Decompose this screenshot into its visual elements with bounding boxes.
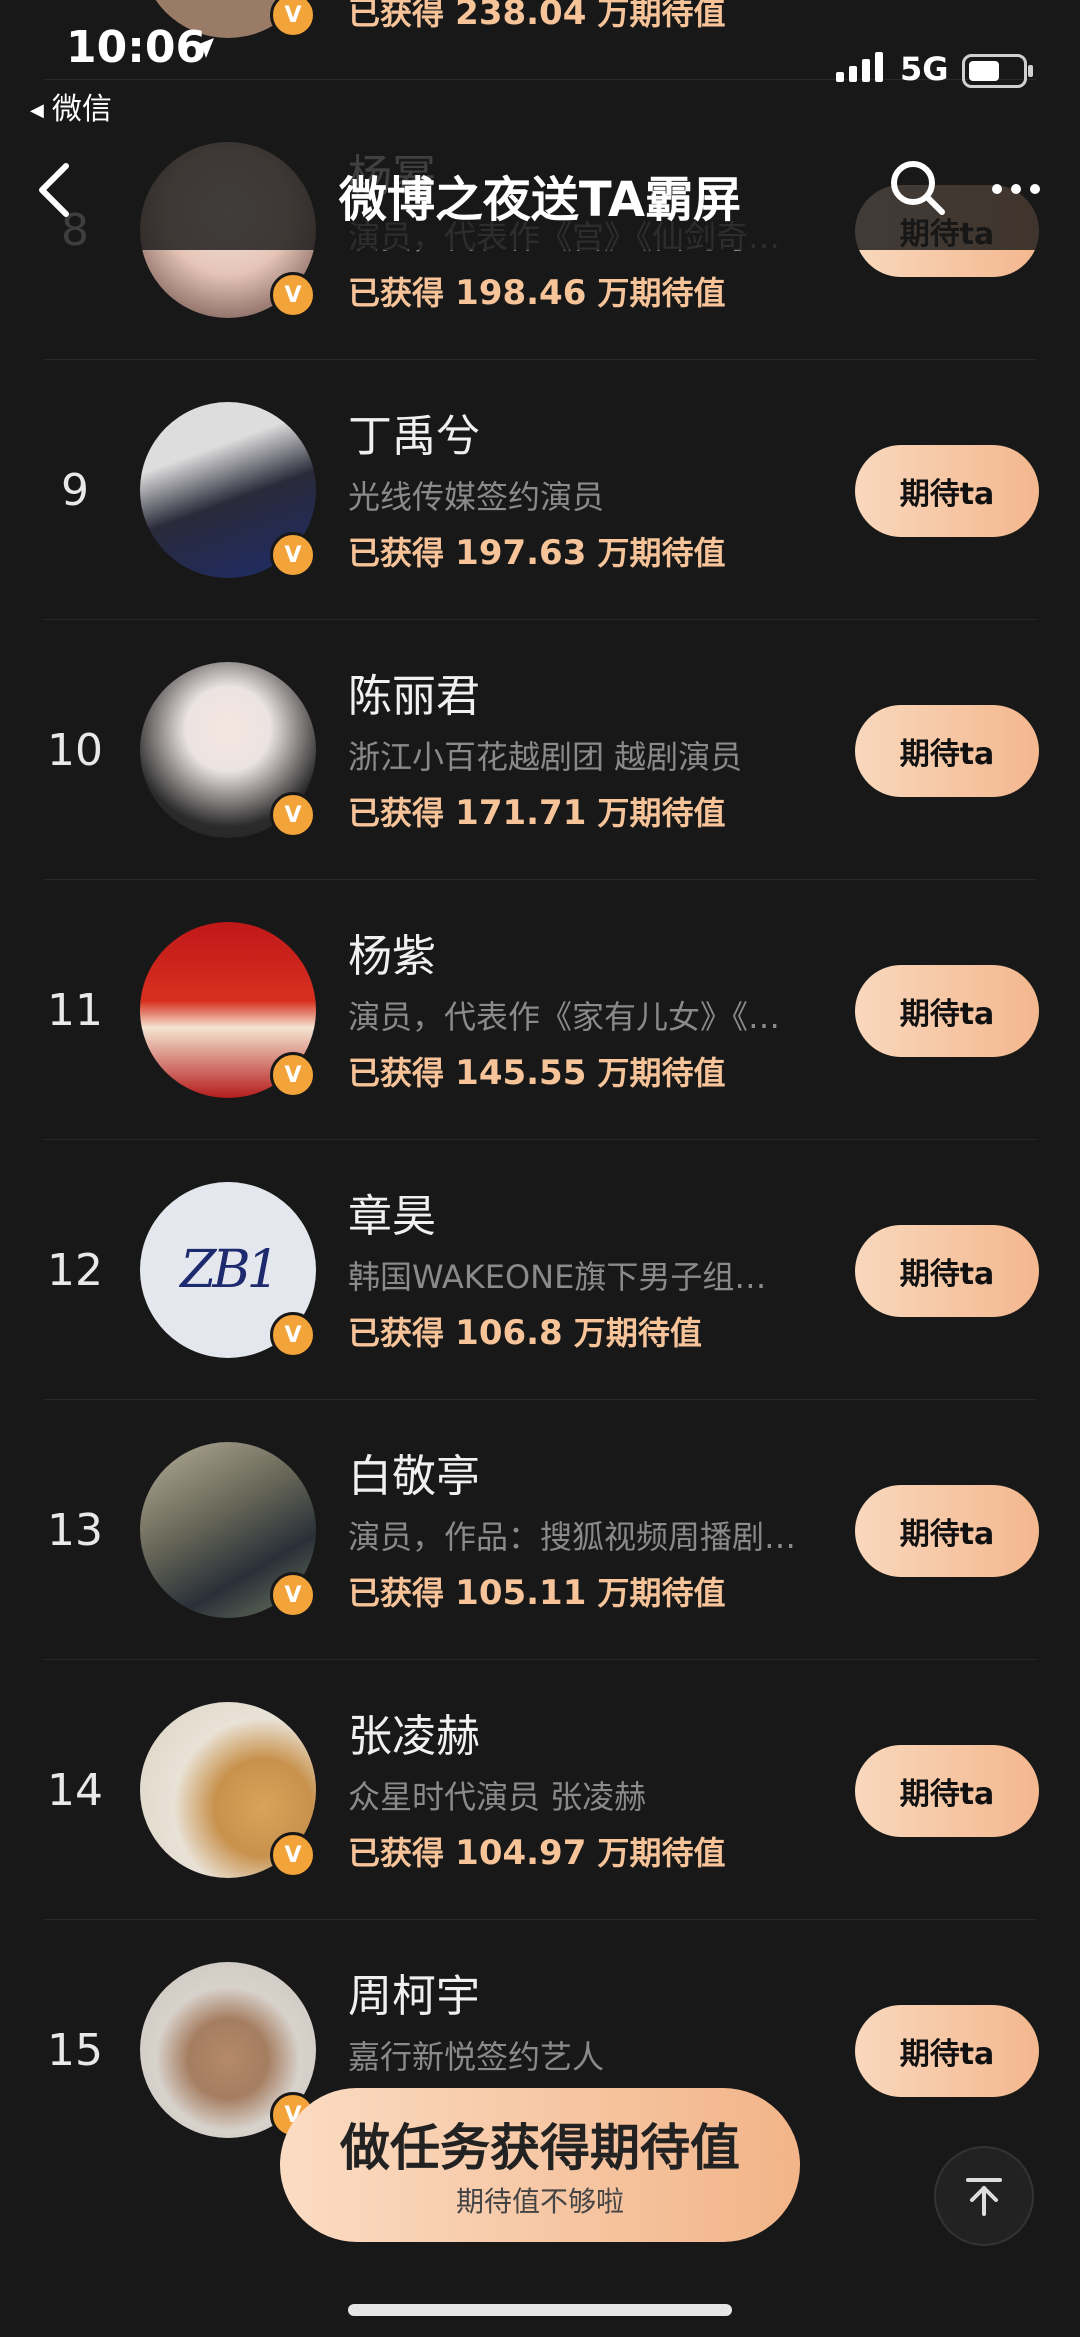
artist-name: 白敬亭 xyxy=(348,1451,480,1502)
battery-icon xyxy=(962,54,1033,88)
rank-number: 11 xyxy=(47,984,103,1036)
list-item: 9 V 丁禹兮 光线传媒签约演员 已获得 197.63 万期待值 期待ta xyxy=(0,360,1080,620)
expect-button[interactable]: 期待ta xyxy=(855,1225,1039,1317)
verified-badge-icon: V xyxy=(270,532,316,578)
artist-description: 众星时代演员 张凌赫 xyxy=(348,1778,647,1816)
arrow-up-icon xyxy=(966,2178,1002,2216)
artist-description: 浙江小百花越剧团 越剧演员 xyxy=(348,738,743,776)
list-item: 14 V 张凌赫 众星时代演员 张凌赫 已获得 104.97 万期待值 期待ta xyxy=(0,1660,1080,1920)
artist-description: 光线传媒签约演员 xyxy=(348,478,605,516)
artist-name: 杨紫 xyxy=(348,931,436,982)
verified-badge-icon: V xyxy=(270,1312,316,1358)
score-text: 已获得 106.8 万期待值 xyxy=(348,1313,702,1353)
rank-number: 10 xyxy=(47,724,103,776)
back-triangle-icon: ◀ xyxy=(30,100,44,121)
artist-name: 章昊 xyxy=(348,1191,436,1242)
verified-badge-icon: V xyxy=(270,792,316,838)
score-text: 已获得 171.71 万期待值 xyxy=(348,793,726,833)
score-text: 已获得 197.63 万期待值 xyxy=(348,533,726,573)
network-type: 5G xyxy=(900,50,949,88)
list-item: 11 V 杨紫 演员，代表作《家有儿女》《… 已获得 145.55 万期待值 期… xyxy=(0,880,1080,1140)
nav-bar: 微博之夜送TA霸屏 xyxy=(0,130,1080,250)
expect-button[interactable]: 期待ta xyxy=(855,1485,1039,1577)
artist-description: 嘉行新悦签约艺人 xyxy=(348,2038,605,2076)
back-to-top-button[interactable] xyxy=(934,2146,1034,2246)
score-text: 已获得 145.55 万期待值 xyxy=(348,1053,726,1093)
do-tasks-button[interactable]: 做任务获得期待值 期待值不够啦 xyxy=(280,2088,800,2242)
rank-number: 14 xyxy=(47,1764,103,1816)
score-text: 已获得 104.97 万期待值 xyxy=(348,1833,726,1873)
expect-button[interactable]: 期待ta xyxy=(855,2005,1039,2097)
artist-name: 丁禹兮 xyxy=(348,411,480,462)
rank-number: 13 xyxy=(47,1504,103,1556)
expect-button[interactable]: 期待ta xyxy=(855,1745,1039,1837)
artist-name: 张凌赫 xyxy=(348,1711,480,1762)
verified-badge-icon: V xyxy=(270,272,316,318)
list-item: 13 V 白敬亭 演员，作品：搜狐视频周播剧… 已获得 105.11 万期待值 … xyxy=(0,1400,1080,1660)
artist-description: 演员，作品：搜狐视频周播剧… xyxy=(348,1518,797,1556)
artist-description: 韩国WAKEONE旗下男子组… xyxy=(348,1258,767,1296)
verified-badge-icon: V xyxy=(270,1052,316,1098)
location-arrow-icon xyxy=(194,38,214,58)
list-item: 10 V 陈丽君 浙江小百花越剧团 越剧演员 已获得 171.71 万期待值 期… xyxy=(0,620,1080,880)
cta-title: 做任务获得期待值 xyxy=(340,2119,740,2177)
rank-number: 9 xyxy=(61,464,89,516)
status-bar: 10:06 ◀ 微信 5G xyxy=(0,0,1080,130)
more-icon[interactable] xyxy=(990,182,1042,196)
expect-button[interactable]: 期待ta xyxy=(855,965,1039,1057)
score-text: 已获得 198.46 万期待值 xyxy=(348,273,726,313)
artist-name: 周柯宇 xyxy=(348,1971,480,2022)
expect-button[interactable]: 期待ta xyxy=(855,445,1039,537)
verified-badge-icon: V xyxy=(270,1572,316,1618)
score-text: 已获得 105.11 万期待值 xyxy=(348,1573,726,1613)
clock: 10:06 xyxy=(66,22,207,73)
back-to-wechat[interactable]: ◀ 微信 xyxy=(30,84,112,128)
rank-number: 12 xyxy=(47,1244,103,1296)
artist-description: 演员，代表作《家有儿女》《… xyxy=(348,998,781,1036)
expect-button[interactable]: 期待ta xyxy=(855,705,1039,797)
search-icon[interactable] xyxy=(888,158,946,216)
artist-name: 陈丽君 xyxy=(348,671,480,722)
verified-badge-icon: V xyxy=(270,1832,316,1878)
cta-subtitle: 期待值不够啦 xyxy=(455,2185,624,2218)
group-logo: ZB1 xyxy=(180,1240,279,1300)
list-item: 12 ZB1 V 章昊 韩国WAKEONE旗下男子组… 已获得 106.8 万期… xyxy=(0,1140,1080,1400)
signal-icon xyxy=(836,52,883,82)
rank-number: 15 xyxy=(47,2024,103,2076)
home-indicator[interactable] xyxy=(348,2304,732,2316)
